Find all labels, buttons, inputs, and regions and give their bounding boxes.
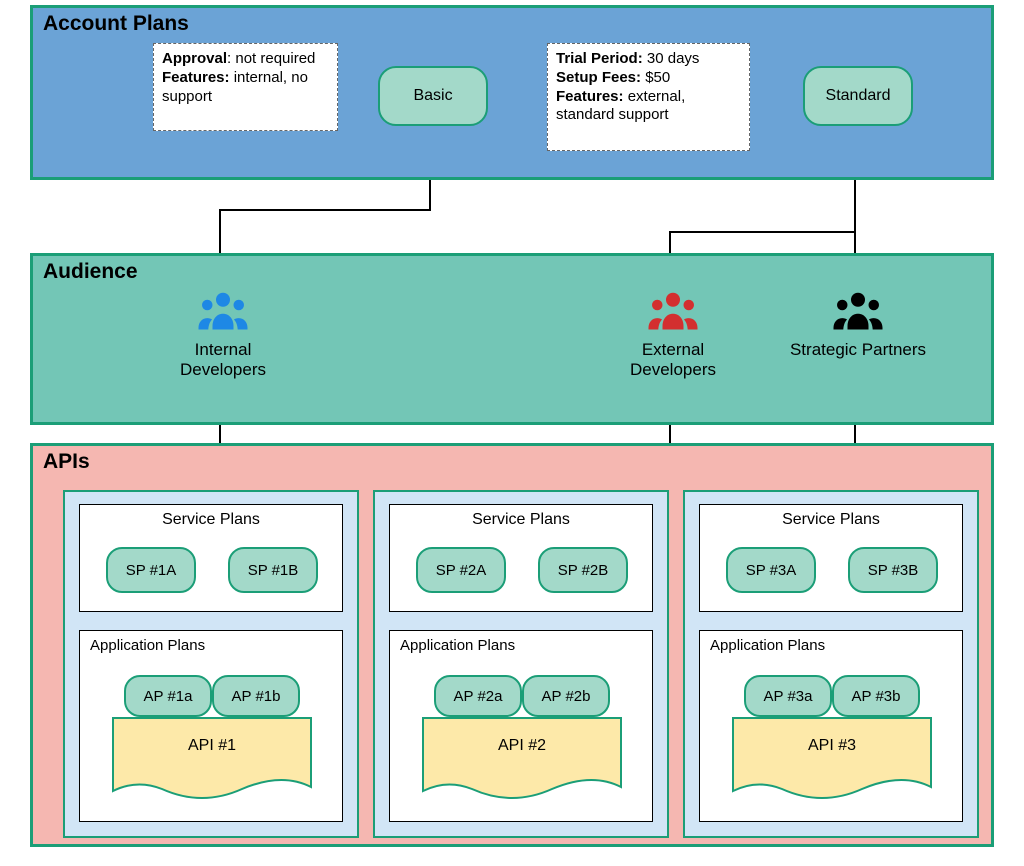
sp-pill: SP #2A [416,547,506,593]
ap-label: AP #2a [454,688,503,705]
standard-setup-val: $50 [641,69,670,86]
audience-partners: Strategic Partners [788,288,928,360]
application-plans-box: Application Plans AP #2a AP #2b API #2 [389,630,653,822]
sp-pill: SP #1B [228,547,318,593]
standard-setup-key: Setup Fees: [556,69,641,86]
api-doc: API #3 [732,717,932,803]
ap-label: AP #1b [232,688,281,705]
audience-external: External Developers [603,288,743,381]
ap-label: AP #1a [144,688,193,705]
audience-internal: Internal Developers [153,288,293,381]
application-plans-title: Application Plans [390,631,652,654]
standard-features-key: Features: [556,88,624,105]
standard-plan-pill: Standard [803,66,913,126]
api-doc-label: API #3 [732,737,932,755]
people-icon [195,288,251,336]
api-block-2: Service Plans SP #2A SP #2B Application … [373,490,669,838]
apis-section: APIs Service Plans SP #1A SP #1B Applica… [30,443,994,847]
api-doc: API #2 [422,717,622,803]
application-plans-title: Application Plans [80,631,342,654]
sp-label: SP #3A [746,562,797,579]
people-icon [645,288,701,336]
application-plans-box: Application Plans AP #3a AP #3b API #3 [699,630,963,822]
api-doc: API #1 [112,717,312,803]
application-plans-title: Application Plans [700,631,962,654]
basic-features-key: Features: [162,69,230,86]
account-plans-title: Account Plans [43,12,189,36]
ap-label: AP #3a [764,688,813,705]
ap-pill: AP #3b [832,675,920,717]
ap-pill: AP #3a [744,675,832,717]
sp-label: SP #1A [126,562,177,579]
standard-trial-val: 30 days [643,50,700,67]
audience-external-label: External Developers [603,340,743,381]
audience-section: Audience Internal Developers [30,253,994,425]
sp-pill: SP #1A [106,547,196,593]
service-plans-title: Service Plans [700,505,962,529]
ap-label: AP #3b [852,688,901,705]
service-plans-box: Service Plans SP #1A SP #1B [79,504,343,612]
sp-pill: SP #3B [848,547,938,593]
service-plans-title: Service Plans [390,505,652,529]
standard-plan-label: Standard [826,87,891,105]
apis-title: APIs [43,450,90,474]
sp-label: SP #1B [248,562,299,579]
api-block-3: Service Plans SP #3A SP #3B Application … [683,490,979,838]
sp-label: SP #3B [868,562,919,579]
basic-plan-label: Basic [413,87,452,105]
basic-approval-val: : not required [227,50,315,67]
ap-pill: AP #1b [212,675,300,717]
application-plans-box: Application Plans AP #1a AP #1b API #1 [79,630,343,822]
ap-pill: AP #2b [522,675,610,717]
sp-pill: SP #3A [726,547,816,593]
standard-trial-key: Trial Period: [556,50,643,67]
standard-info-box: Trial Period: 30 days Setup Fees: $50 Fe… [547,43,750,151]
basic-info-box: Approval: not required Features: interna… [153,43,338,131]
service-plans-box: Service Plans SP #2A SP #2B [389,504,653,612]
account-plans-section: Account Plans Approval: not required Fea… [30,5,994,180]
api-block-1: Service Plans SP #1A SP #1B Application … [63,490,359,838]
audience-partners-label: Strategic Partners [788,340,928,360]
people-icon [830,288,886,336]
sp-label: SP #2B [558,562,609,579]
diagram-canvas: Account Plans Approval: not required Fea… [0,0,1024,866]
audience-title: Audience [43,260,138,284]
api-doc-label: API #1 [112,737,312,755]
ap-pill: AP #1a [124,675,212,717]
service-plans-title: Service Plans [80,505,342,529]
api-doc-label: API #2 [422,737,622,755]
ap-label: AP #2b [542,688,591,705]
basic-plan-pill: Basic [378,66,488,126]
basic-approval-key: Approval [162,50,227,67]
sp-label: SP #2A [436,562,487,579]
audience-internal-label: Internal Developers [153,340,293,381]
sp-pill: SP #2B [538,547,628,593]
service-plans-box: Service Plans SP #3A SP #3B [699,504,963,612]
ap-pill: AP #2a [434,675,522,717]
